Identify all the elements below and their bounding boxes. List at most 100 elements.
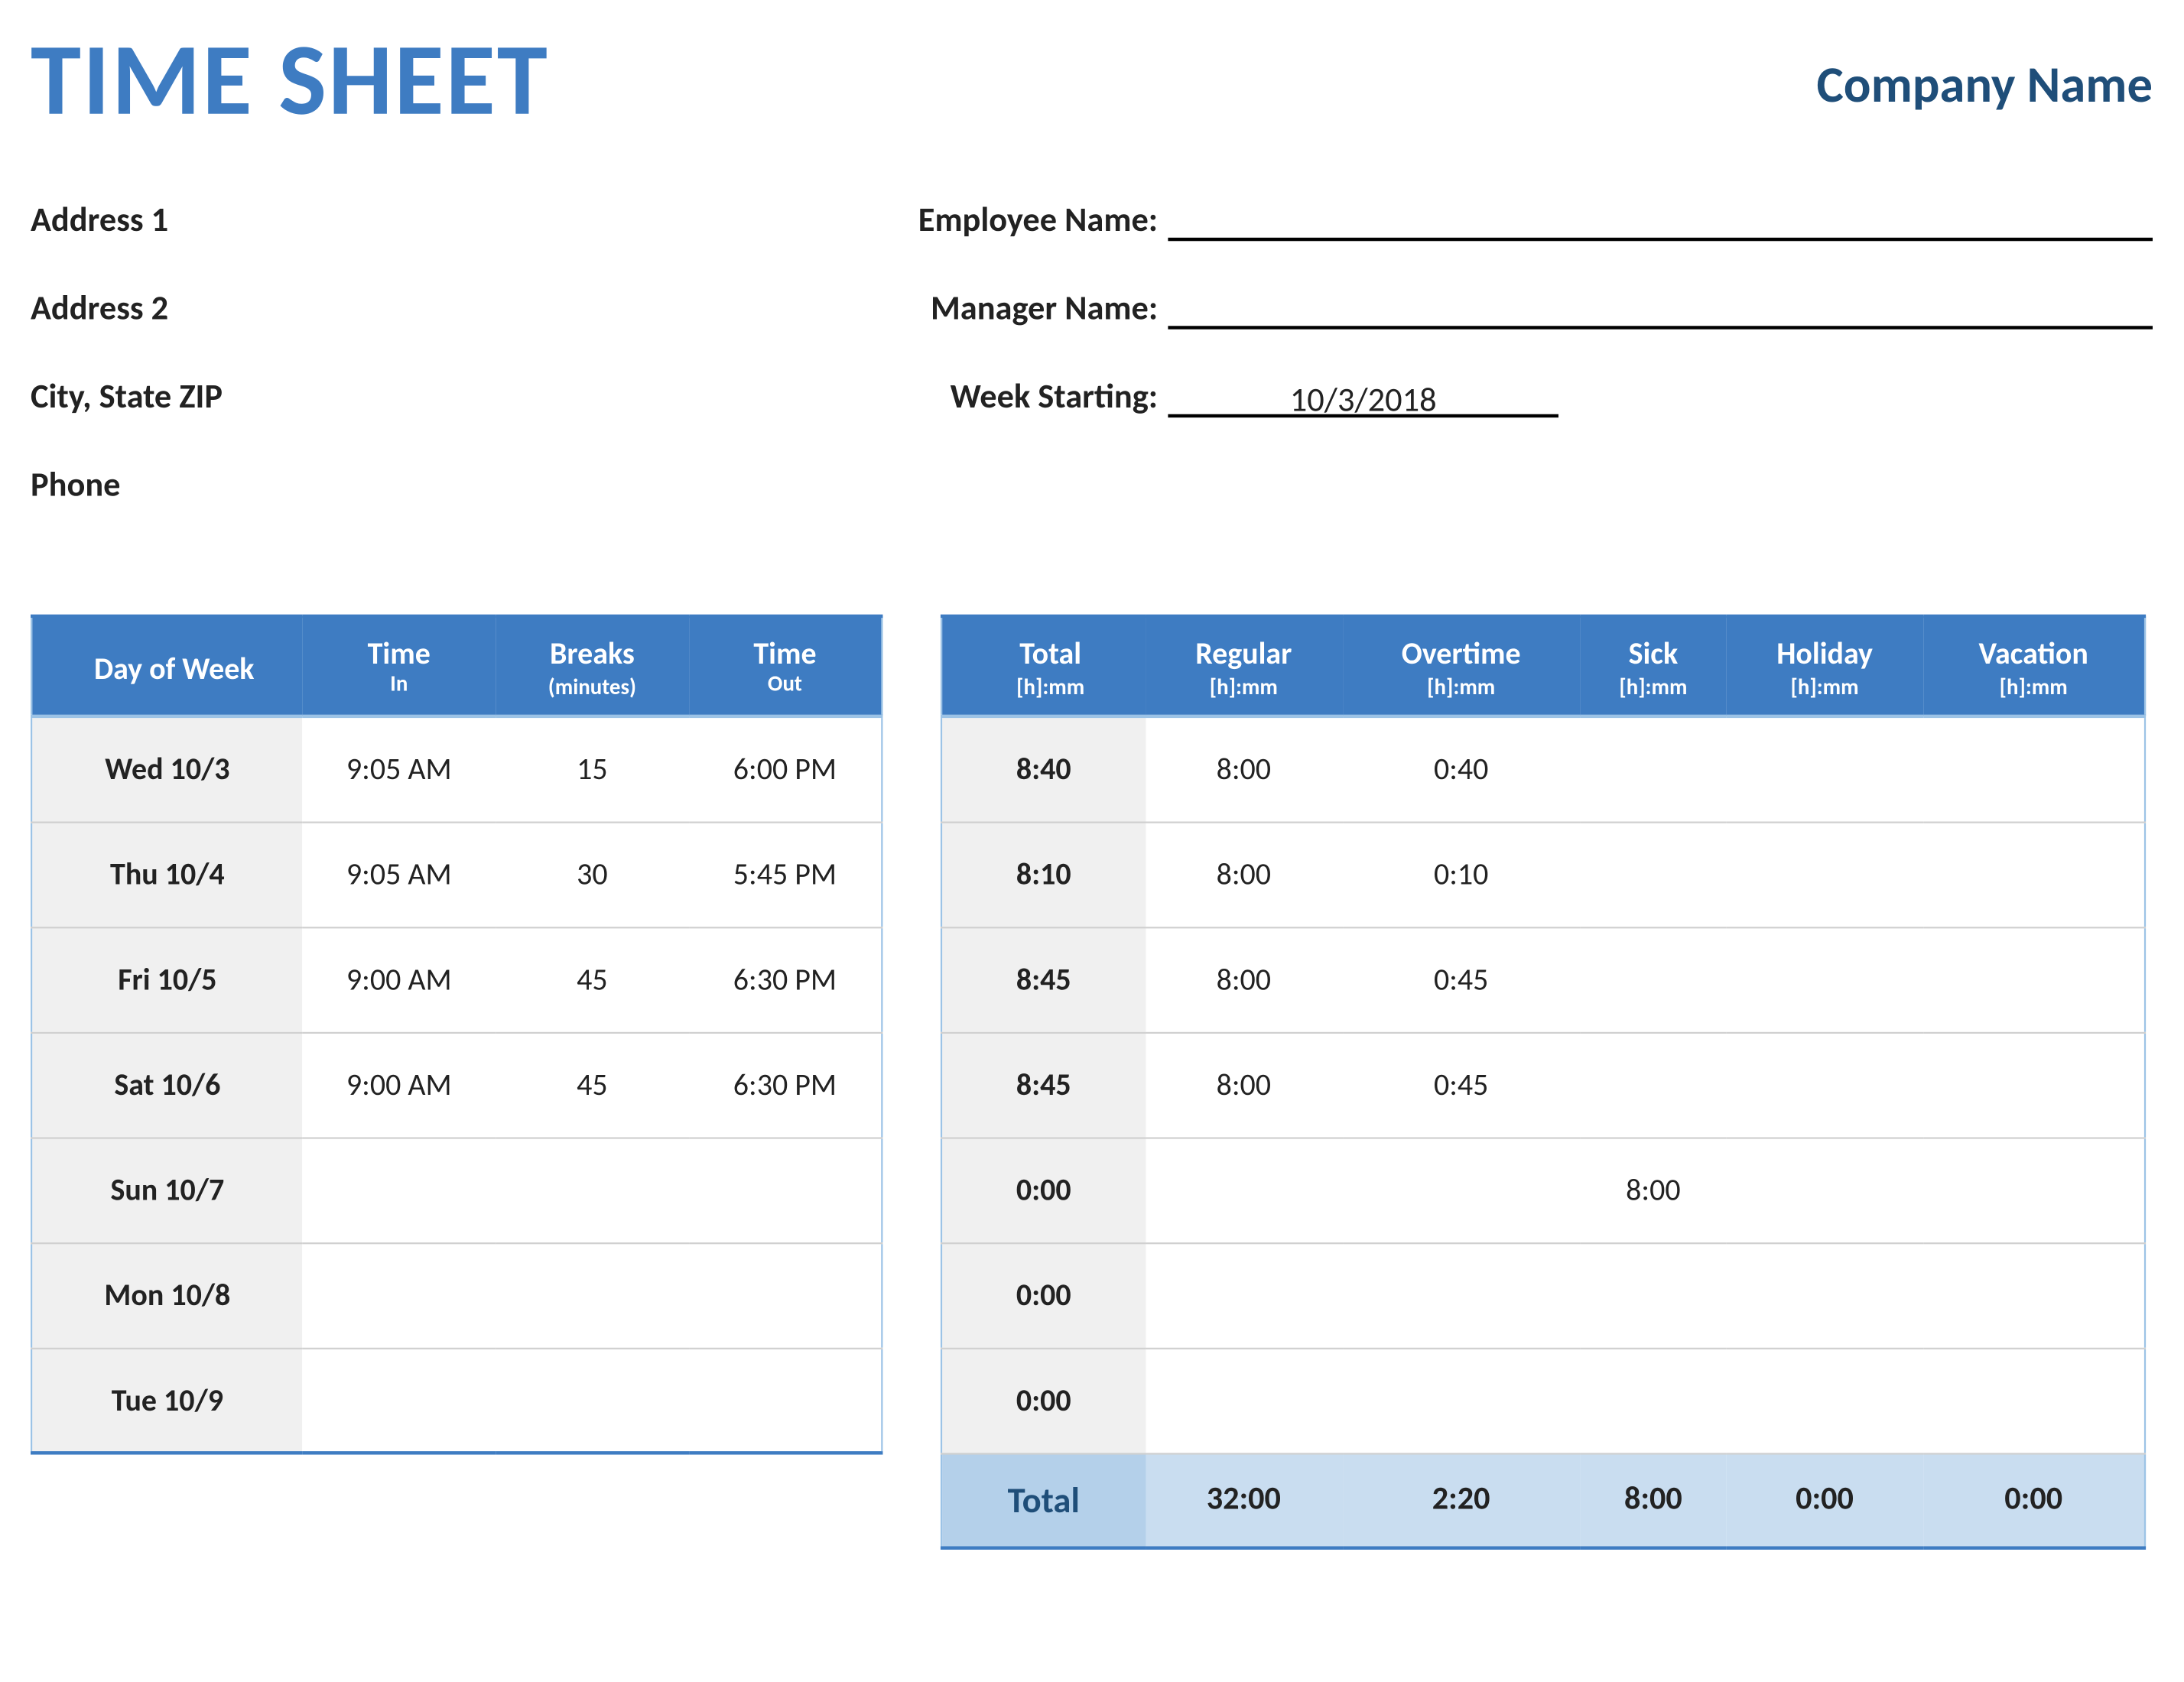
table-row: Sat 10/69:00 AM456:30 PM xyxy=(31,1032,882,1138)
table-row: 0:00 xyxy=(941,1242,2145,1348)
total-cell: 8:40 xyxy=(941,716,1145,822)
day-cell: Sat 10/6 xyxy=(31,1032,302,1138)
time-in-cell[interactable] xyxy=(303,1348,496,1453)
total-cell: 8:45 xyxy=(941,1032,1145,1138)
regular-cell[interactable]: 8:00 xyxy=(1145,822,1342,927)
employee-name-label: Employee Name: xyxy=(879,200,1168,241)
overtime-cell[interactable]: 0:10 xyxy=(1342,822,1580,927)
sick-cell[interactable] xyxy=(1580,1032,1726,1138)
overtime-cell[interactable]: 0:45 xyxy=(1342,1032,1580,1138)
holiday-cell[interactable] xyxy=(1727,822,1923,927)
total-regular: 32:00 xyxy=(1145,1453,1342,1547)
time-out-cell[interactable]: 6:30 PM xyxy=(689,1032,882,1138)
table-row: Thu 10/49:05 AM305:45 PM xyxy=(31,822,882,927)
table-row: Sun 10/7 xyxy=(31,1137,882,1242)
week-starting-field[interactable]: 10/3/2018 xyxy=(1168,380,1558,417)
breaks-cell[interactable] xyxy=(496,1137,689,1242)
holiday-cell[interactable] xyxy=(1727,927,1923,1032)
address1-label: Address 1 xyxy=(31,200,168,241)
time-out-cell[interactable] xyxy=(689,1348,882,1453)
col-time-out: TimeOut xyxy=(689,616,882,716)
overtime-cell[interactable] xyxy=(1342,1242,1580,1348)
vacation-cell[interactable] xyxy=(1923,1137,2146,1242)
week-starting-label: Week Starting: xyxy=(879,377,1168,417)
vacation-cell[interactable] xyxy=(1923,927,2146,1032)
holiday-cell[interactable] xyxy=(1727,1137,1923,1242)
sick-cell[interactable] xyxy=(1580,927,1726,1032)
total-cell: 0:00 xyxy=(941,1137,1145,1242)
time-out-cell[interactable]: 5:45 PM xyxy=(689,822,882,927)
regular-cell[interactable] xyxy=(1145,1242,1342,1348)
breaks-cell[interactable] xyxy=(496,1348,689,1453)
time-out-cell[interactable]: 6:30 PM xyxy=(689,927,882,1032)
time-in-cell[interactable]: 9:00 AM xyxy=(303,927,496,1032)
breaks-cell[interactable] xyxy=(496,1242,689,1348)
overtime-cell[interactable] xyxy=(1342,1348,1580,1453)
table-row: Wed 10/39:05 AM156:00 PM xyxy=(31,716,882,822)
day-cell: Fri 10/5 xyxy=(31,927,302,1032)
vacation-cell[interactable] xyxy=(1923,1348,2146,1453)
totals-row: Total 32:00 2:20 8:00 0:00 0:00 xyxy=(941,1453,2145,1547)
holiday-cell[interactable] xyxy=(1727,1348,1923,1453)
holiday-cell[interactable] xyxy=(1727,1242,1923,1348)
sick-cell[interactable] xyxy=(1580,1348,1726,1453)
table-row: Mon 10/8 xyxy=(31,1242,882,1348)
sick-cell[interactable] xyxy=(1580,822,1726,927)
breaks-cell[interactable]: 30 xyxy=(496,822,689,927)
table-row: 8:458:000:45 xyxy=(941,1032,2145,1138)
vacation-cell[interactable] xyxy=(1923,822,2146,927)
time-in-cell[interactable]: 9:05 AM xyxy=(303,716,496,822)
regular-cell[interactable] xyxy=(1145,1137,1342,1242)
manager-name-label: Manager Name: xyxy=(879,288,1168,329)
overtime-cell[interactable] xyxy=(1342,1137,1580,1242)
overtime-cell[interactable]: 0:40 xyxy=(1342,716,1580,822)
table-row: 8:458:000:45 xyxy=(941,927,2145,1032)
day-cell: Wed 10/3 xyxy=(31,716,302,822)
col-breaks: Breaks(minutes) xyxy=(496,616,689,716)
time-in-cell[interactable] xyxy=(303,1137,496,1242)
total-sick: 8:00 xyxy=(1580,1453,1726,1547)
time-in-cell[interactable]: 9:05 AM xyxy=(303,822,496,927)
table-row: 8:408:000:40 xyxy=(941,716,2145,822)
table-row: Fri 10/59:00 AM456:30 PM xyxy=(31,927,882,1032)
col-total: Total[h]:mm xyxy=(941,616,1145,716)
table-row: 8:108:000:10 xyxy=(941,822,2145,927)
breaks-cell[interactable]: 45 xyxy=(496,1032,689,1138)
sick-cell[interactable]: 8:00 xyxy=(1580,1137,1726,1242)
employee-name-field[interactable] xyxy=(1168,203,2153,241)
col-overtime: Overtime[h]:mm xyxy=(1342,616,1580,716)
total-overtime: 2:20 xyxy=(1342,1453,1580,1547)
company-name: Company Name xyxy=(1817,54,2153,117)
total-cell: 8:10 xyxy=(941,822,1145,927)
header: TIME SHEET Company Name xyxy=(31,31,2153,132)
time-out-cell[interactable]: 6:00 PM xyxy=(689,716,882,822)
sick-cell[interactable] xyxy=(1580,716,1726,822)
col-day: Day of Week xyxy=(31,616,302,716)
total-holiday: 0:00 xyxy=(1727,1453,1923,1547)
sick-cell[interactable] xyxy=(1580,1242,1726,1348)
time-out-cell[interactable] xyxy=(689,1137,882,1242)
total-cell: 8:45 xyxy=(941,927,1145,1032)
city-state-zip-label: City, State ZIP xyxy=(31,377,223,417)
regular-cell[interactable] xyxy=(1145,1348,1342,1453)
time-out-cell[interactable] xyxy=(689,1242,882,1348)
time-in-cell[interactable]: 9:00 AM xyxy=(303,1032,496,1138)
col-holiday: Holiday[h]:mm xyxy=(1727,616,1923,716)
vacation-cell[interactable] xyxy=(1923,1242,2146,1348)
vacation-cell[interactable] xyxy=(1923,716,2146,822)
total-vacation: 0:00 xyxy=(1923,1453,2146,1547)
time-entry-table: Day of Week TimeIn Breaks(minutes) TimeO… xyxy=(31,615,882,1455)
vacation-cell[interactable] xyxy=(1923,1032,2146,1138)
regular-cell[interactable]: 8:00 xyxy=(1145,1032,1342,1138)
breaks-cell[interactable]: 15 xyxy=(496,716,689,822)
manager-name-field[interactable] xyxy=(1168,292,2153,330)
time-in-cell[interactable] xyxy=(303,1242,496,1348)
holiday-cell[interactable] xyxy=(1727,716,1923,822)
overtime-cell[interactable]: 0:45 xyxy=(1342,927,1580,1032)
breaks-cell[interactable]: 45 xyxy=(496,927,689,1032)
regular-cell[interactable]: 8:00 xyxy=(1145,927,1342,1032)
col-sick: Sick[h]:mm xyxy=(1580,616,1726,716)
address2-label: Address 2 xyxy=(31,288,168,329)
regular-cell[interactable]: 8:00 xyxy=(1145,716,1342,822)
holiday-cell[interactable] xyxy=(1727,1032,1923,1138)
